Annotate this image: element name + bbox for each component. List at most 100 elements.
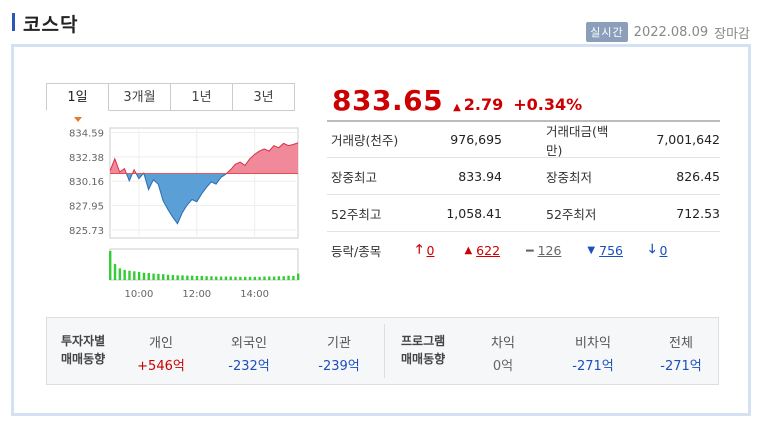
program-label: 전체	[669, 336, 693, 351]
program-non-arbitrage: 비차익 -271억	[563, 332, 623, 374]
title-bar: 코스닥 실시간 2022.08.09 장마감	[12, 10, 752, 42]
investor-heading-line2: 매매동향	[61, 352, 106, 366]
investor-value: +546억	[137, 359, 185, 374]
volume-bar	[166, 274, 170, 280]
stat-label: 52주최저	[546, 206, 597, 222]
volume-bar	[200, 275, 203, 280]
arrow-up-icon: 🡑	[416, 240, 423, 256]
live-badge: 실시간	[586, 22, 628, 42]
stat-label: 52주최고	[331, 206, 382, 222]
stat-value: 826.45	[676, 168, 720, 184]
arrow-down-icon: 🡓	[648, 240, 656, 256]
investor-individual: 개인 +546억	[135, 332, 187, 374]
upper-limit-link[interactable]: 0	[427, 243, 435, 258]
volume-bar	[243, 276, 247, 280]
stats-row-volume: 거래량(천주) 976,695 거래대금(백만) 7,001,642	[327, 120, 720, 158]
volume-bar	[171, 275, 175, 280]
volume-bar	[258, 276, 261, 280]
volume-bar	[210, 276, 213, 280]
index-change: ▲ 2.79	[453, 95, 503, 114]
program-label: 비차익	[575, 336, 611, 351]
tab-1day[interactable]: 1일	[46, 83, 109, 122]
investor-institution: 기관 -239억	[309, 332, 369, 374]
volume-bar	[253, 276, 257, 280]
stats-row-intraday: 장중최고 833.94 장중최저 826.45	[327, 157, 720, 194]
volume-bar	[195, 275, 199, 280]
y-tick-label: 827.95	[69, 202, 104, 213]
index-panel: 1일 3개월 1년 3년 834.59 832.38 830.16 827.95 825…	[11, 44, 751, 416]
tab-3years[interactable]: 3년	[232, 83, 295, 111]
volume-bar	[234, 276, 237, 280]
market-status: 장마감	[714, 26, 750, 42]
quote-block: 833.65 ▲ 2.79 +0.34%	[332, 84, 582, 117]
volume-bar	[186, 275, 189, 280]
advance-decline-label: 등락/종목	[331, 243, 382, 259]
program-heading-line1: 프로그램	[401, 334, 446, 348]
volume-bar	[224, 276, 228, 280]
volume-bar	[109, 251, 112, 280]
stat-label: 거래대금(백만)	[546, 123, 609, 158]
volume-bar	[147, 273, 150, 280]
falling-link[interactable]: 756	[599, 243, 623, 258]
tab-1year[interactable]: 1년	[170, 83, 233, 111]
program-value: -271억	[660, 359, 702, 374]
volume-bar	[137, 271, 141, 280]
market-meta: 실시간 2022.08.09 장마감	[586, 22, 750, 42]
volume-bar	[239, 276, 242, 280]
volume-bar	[118, 268, 122, 280]
trading-trends-box: 투자자별 매매동향 개인 +546억 외국인 -232억 기관 -239억 프로…	[46, 317, 719, 385]
volume-bar	[113, 264, 117, 280]
stat-value: 1,058.41	[446, 205, 502, 221]
page-title: 코스닥	[23, 14, 79, 36]
program-trend-heading: 프로그램 매매동향	[401, 332, 445, 368]
stat-value: 712.53	[676, 205, 720, 221]
section-divider	[384, 324, 385, 378]
volume-bar	[272, 276, 276, 280]
stats-table: 거래량(천주) 976,695 거래대금(백만) 7,001,642 장중최고 …	[327, 120, 720, 268]
y-tick-label: 834.59	[69, 129, 104, 140]
program-value: 0억	[492, 359, 514, 374]
stats-row-52week: 52주최고 1,058.41 52주최저 712.53	[327, 194, 720, 231]
stat-label: 장중최고	[331, 169, 378, 185]
rising: ▲ 622	[464, 243, 500, 258]
volume-bar	[162, 274, 165, 280]
x-tick-label: 14:00	[240, 289, 269, 300]
volume-bar	[190, 275, 194, 280]
investor-trend-heading: 투자자별 매매동향	[61, 332, 105, 368]
lower-limit-link[interactable]: 0	[660, 243, 668, 258]
market-date: 2022.08.09	[633, 24, 709, 40]
volume-bar	[268, 276, 271, 280]
volume-bar	[277, 276, 281, 280]
volume-bar	[263, 276, 266, 280]
lower-limit: 🡓 0	[649, 240, 667, 261]
program-arbitrage: 차익 0억	[483, 332, 523, 374]
volume-bar	[292, 275, 295, 280]
volume-bar	[248, 276, 252, 280]
volume-bar	[128, 270, 131, 280]
investor-foreign: 외국인 -232억	[219, 332, 279, 374]
up-triangle-icon: ▲	[464, 244, 473, 256]
volume-bar	[157, 273, 160, 280]
volume-bar	[123, 269, 126, 280]
x-tick-label: 10:00	[125, 289, 154, 300]
x-tick-label: 12:00	[182, 289, 211, 300]
falling: ▼ 756	[587, 243, 623, 258]
investor-label: 개인	[149, 336, 173, 351]
investor-label: 외국인	[231, 336, 267, 351]
rising-link[interactable]: 622	[476, 243, 500, 258]
investor-value: -232억	[228, 359, 270, 374]
y-tick-label: 830.16	[69, 177, 104, 188]
stats-row-advance-decline: 등락/종목 🡑 0 ▲ 622 ━ 126 ▼ 756 🡓 0	[327, 231, 720, 268]
investor-heading-line1: 투자자별	[61, 334, 106, 348]
unchanged: ━ 126	[526, 243, 561, 258]
stat-label: 거래량(천주)	[331, 133, 399, 148]
dash-icon: ━	[526, 242, 534, 258]
intraday-chart: 834.59 832.38 830.16 827.95 825.73 10:00 12:00…	[46, 122, 306, 307]
y-tick-label: 832.38	[69, 153, 104, 164]
tab-3months[interactable]: 3개월	[108, 83, 171, 111]
stat-value: 833.94	[458, 168, 502, 184]
unchanged-link[interactable]: 126	[538, 243, 562, 258]
upper-limit: 🡑 0	[416, 240, 434, 261]
stat-value: 976,695	[450, 132, 502, 147]
down-triangle-icon: ▼	[587, 244, 596, 256]
